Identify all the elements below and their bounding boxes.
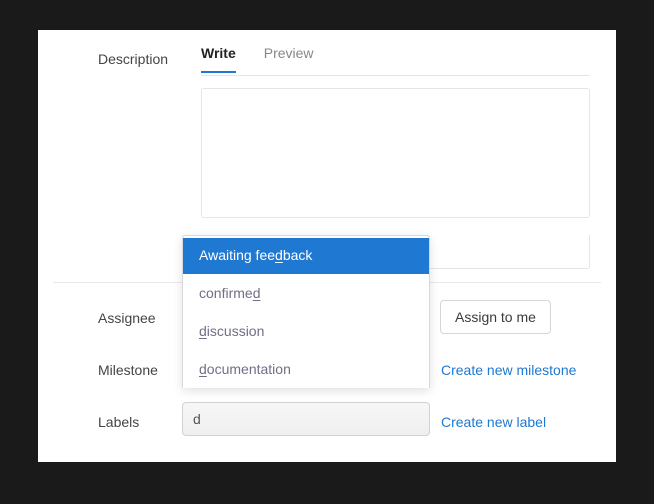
dropdown-item-2[interactable]: discussion: [183, 312, 429, 350]
issue-form-panel: Description Write Preview sh, for exampl…: [38, 30, 616, 462]
milestone-label: Milestone: [98, 362, 158, 378]
tab-underline: [201, 75, 590, 76]
description-label: Description: [98, 51, 168, 67]
labels-label: Labels: [98, 414, 139, 430]
create-milestone-link[interactable]: Create new milestone: [441, 362, 576, 378]
dropdown-item-0[interactable]: Awaiting feedback: [183, 236, 429, 274]
tab-preview[interactable]: Preview: [264, 45, 314, 73]
labels-autocomplete-dropdown: Awaiting feedbackconfirmeddiscussiondocu…: [182, 235, 430, 388]
labels-search-input[interactable]: [182, 402, 430, 436]
assign-to-me-button[interactable]: Assign to me: [440, 300, 551, 334]
description-tabs: Write Preview: [201, 45, 314, 73]
dropdown-item-3[interactable]: documentation: [183, 350, 429, 388]
dropdown-item-1[interactable]: confirmed: [183, 274, 429, 312]
tab-write[interactable]: Write: [201, 45, 236, 73]
assignee-label: Assignee: [98, 310, 156, 326]
description-textarea[interactable]: [201, 88, 590, 218]
create-label-link[interactable]: Create new label: [441, 414, 546, 430]
